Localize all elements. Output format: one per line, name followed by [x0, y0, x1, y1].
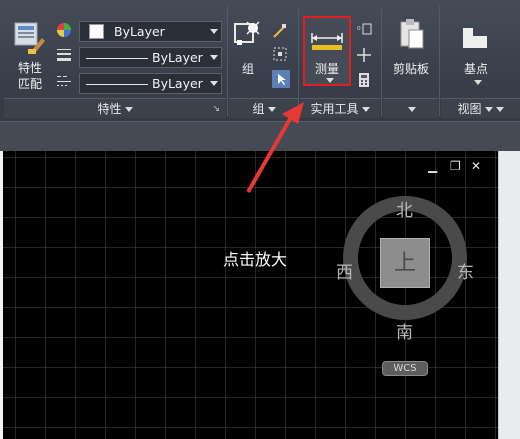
match-properties-button[interactable]: 特性 匹配	[8, 20, 52, 92]
svg-text:⁰: ⁰	[357, 26, 361, 36]
compass-north[interactable]: 北	[396, 196, 413, 221]
compass-east[interactable]: 东	[457, 258, 474, 283]
canvas-left-edge	[0, 151, 3, 439]
lineweight-dropdown-value: ByLayer	[152, 50, 203, 65]
panel-title-text: 特性	[97, 102, 122, 116]
compass-south[interactable]: 南	[396, 318, 413, 343]
minimize-icon[interactable]: ▁	[428, 159, 437, 173]
annotation-arrow	[246, 102, 304, 193]
group-edit-icon[interactable]	[272, 46, 288, 62]
group-select-icon[interactable]	[272, 70, 290, 88]
panel-title-text: 视图	[457, 102, 482, 116]
panel-title-text: 实用工具	[310, 102, 359, 116]
wcs-menu-button[interactable]: WCS	[382, 361, 428, 376]
chevron-down-icon	[124, 107, 133, 112]
match-properties-label: 特性 匹配	[17, 61, 42, 91]
compass-west[interactable]: 西	[336, 258, 353, 283]
chevron-down-icon	[326, 78, 334, 83]
measure-icon	[311, 33, 343, 50]
clipboard-icon[interactable]	[398, 18, 426, 50]
line-preview	[86, 58, 148, 59]
panel-title-properties[interactable]: 特性 ↘	[4, 98, 226, 118]
lineweight-icon[interactable]	[56, 47, 72, 63]
viewcube-top-face[interactable]: 上	[380, 238, 430, 288]
chevron-down-icon	[495, 107, 504, 112]
chevron-down-icon	[408, 107, 416, 112]
separator	[227, 6, 228, 116]
quick-calc-icon[interactable]: ⁰	[356, 22, 372, 38]
chevron-down-icon	[210, 29, 218, 34]
vertical-scrollbar[interactable]	[498, 151, 520, 439]
lineweight-dropdown[interactable]: ByLayer	[79, 47, 222, 68]
panel-title-clipboard[interactable]	[383, 98, 438, 118]
close-icon[interactable]: ✕	[471, 159, 481, 173]
chevron-down-icon[interactable]	[474, 80, 482, 85]
measure-label: 测量	[314, 62, 339, 76]
panel-title-utilities[interactable]: 实用工具	[300, 98, 380, 118]
group-icon[interactable]	[233, 20, 261, 50]
restore-icon[interactable]: ❐	[450, 159, 461, 173]
panel-title-view[interactable]: 视图	[441, 98, 520, 118]
measure-button[interactable]: 测量	[303, 16, 351, 86]
separator	[439, 6, 440, 116]
chevron-down-icon	[361, 107, 370, 112]
linetype-icon[interactable]	[56, 73, 72, 89]
ungroup-icon[interactable]	[272, 23, 288, 39]
chevron-down-icon	[484, 107, 493, 112]
color-swatch	[89, 24, 104, 39]
linetype-dropdown-value: ByLayer	[152, 76, 203, 91]
color-wheel-icon[interactable]	[56, 22, 72, 38]
point-icon[interactable]	[356, 47, 372, 63]
chevron-down-icon	[210, 81, 218, 86]
basepoint-icon[interactable]	[461, 26, 489, 50]
match-properties-icon	[14, 22, 45, 54]
group-label[interactable]: 组	[236, 60, 260, 77]
line-preview	[86, 84, 148, 85]
chevron-down-icon	[210, 55, 218, 60]
calculator-icon[interactable]	[356, 72, 372, 88]
linetype-dropdown[interactable]: ByLayer	[79, 73, 222, 94]
basepoint-label[interactable]: 基点	[456, 60, 496, 77]
clipboard-label[interactable]: 剪贴板	[386, 60, 436, 77]
panel-launcher-icon[interactable]: ↘	[212, 99, 220, 119]
color-dropdown-value: ByLayer	[114, 24, 165, 39]
annotation-label: 点击放大	[223, 250, 288, 269]
separator	[381, 6, 382, 116]
color-dropdown[interactable]: ByLayer	[79, 21, 222, 42]
